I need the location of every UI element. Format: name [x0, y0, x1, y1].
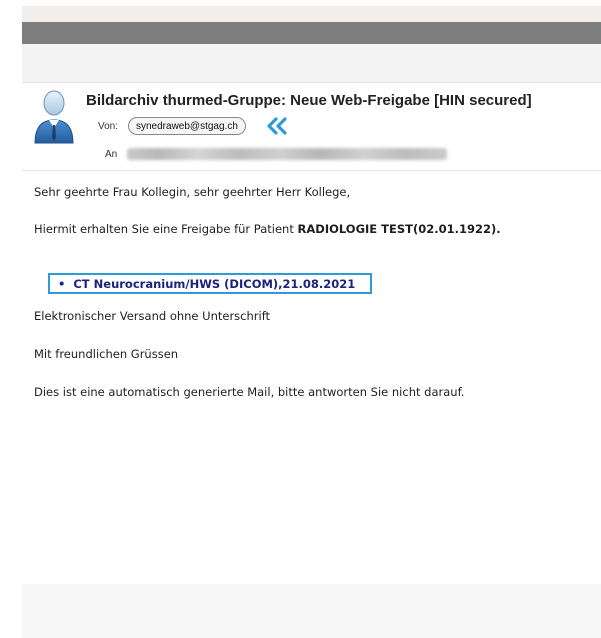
title-bar: [22, 22, 601, 44]
email-subject: Bildarchiv thurmed-Gruppe: Neue Web-Frei…: [86, 92, 532, 109]
patient-name: RADIOLOGIE TEST(02.01.1922).: [297, 222, 501, 236]
from-address-chip[interactable]: synedraweb@stgag.ch: [128, 117, 246, 135]
to-label: An: [105, 149, 118, 160]
bullet: •: [58, 277, 66, 291]
user-avatar-icon: [34, 90, 74, 144]
intro-line: Hiermit erhalten Sie eine Freigabe für P…: [34, 222, 501, 236]
footer-strip: [22, 584, 601, 638]
greeting-line: Sehr geehrte Frau Kollegin, sehr geehrte…: [34, 185, 351, 199]
signature-note: Elektronischer Versand ohne Unterschrift: [34, 309, 271, 323]
to-recipients-redacted: [127, 148, 447, 160]
toolbar: [22, 44, 601, 83]
intro-prefix: Hiermit erhalten Sie eine Freigabe für P…: [34, 222, 298, 236]
auto-generated-note: Dies ist eine automatisch generierte Mai…: [34, 385, 465, 399]
from-label: Von:: [98, 121, 119, 132]
attachment-link-text[interactable]: CT Neurocranium/HWS (DICOM),21.08.2021: [73, 277, 355, 291]
top-strip: [22, 6, 601, 22]
header-divider: [22, 170, 601, 171]
attachment-link[interactable]: • CT Neurocranium/HWS (DICOM),21.08.2021: [58, 277, 355, 291]
email-window: Bildarchiv thurmed-Gruppe: Neue Web-Frei…: [0, 0, 601, 638]
closing-line: Mit freundlichen Grüssen: [34, 347, 179, 361]
double-chevron-left-icon[interactable]: [266, 116, 288, 136]
